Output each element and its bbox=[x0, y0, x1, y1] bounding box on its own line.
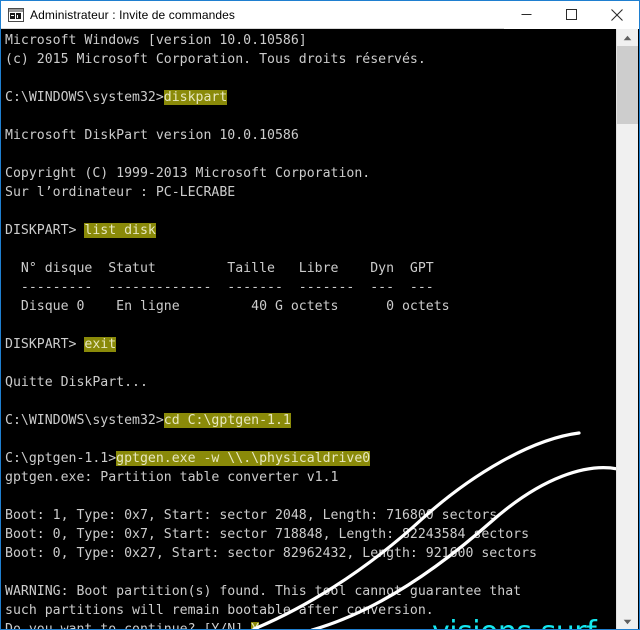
console-highlighted-command: cd C:\gptgen-1.1 bbox=[163, 413, 291, 428]
console-highlighted-command: Y bbox=[251, 622, 260, 629]
scroll-up-arrow-icon[interactable] bbox=[617, 29, 638, 46]
console-output-area[interactable]: Microsoft Windows [version 10.0.10586] (… bbox=[2, 29, 617, 629]
scrollbar-thumb[interactable] bbox=[617, 46, 638, 124]
title-bar[interactable]: Administrateur : Invite de commandes bbox=[1, 1, 639, 29]
vertical-scrollbar[interactable] bbox=[616, 29, 638, 629]
command-prompt-window: Administrateur : Invite de commandes Mic… bbox=[0, 0, 640, 630]
scrollbar-track[interactable] bbox=[617, 124, 638, 613]
window-controls bbox=[504, 1, 639, 29]
close-button[interactable] bbox=[594, 1, 639, 29]
console-highlighted-command: diskpart bbox=[163, 90, 228, 105]
minimize-button[interactable] bbox=[504, 1, 549, 29]
console-highlighted-command: list disk bbox=[84, 223, 156, 238]
console-icon bbox=[8, 7, 24, 22]
scroll-down-arrow-icon[interactable] bbox=[617, 613, 638, 629]
console-highlighted-command: gptgen.exe -w \\.\physicaldrive0 bbox=[116, 451, 371, 466]
maximize-button[interactable] bbox=[549, 1, 594, 29]
console-highlighted-command: exit bbox=[84, 337, 117, 352]
console-text: Microsoft Windows [version 10.0.10586] (… bbox=[5, 31, 537, 629]
window-title: Administrateur : Invite de commandes bbox=[30, 7, 236, 22]
